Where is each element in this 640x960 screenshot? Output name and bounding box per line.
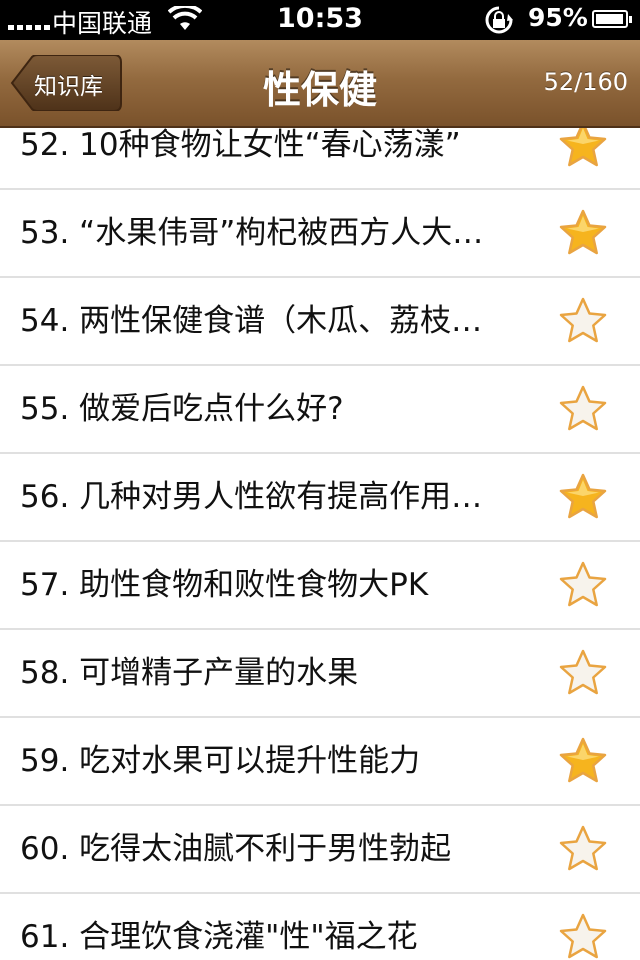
star-filled-icon[interactable] bbox=[558, 208, 608, 258]
star-empty-icon[interactable] bbox=[558, 824, 608, 874]
list-item-title: 52. 10种食物让女性“春心荡漾” bbox=[20, 128, 461, 163]
back-button[interactable]: 知识库 bbox=[10, 55, 122, 111]
list-item[interactable]: 52. 10种食物让女性“春心荡漾” bbox=[0, 128, 640, 190]
list-item[interactable]: 58. 可增精子产量的水果 bbox=[0, 630, 640, 718]
status-bar: 中国联通 10:53 95% bbox=[0, 0, 640, 40]
back-button-label: 知识库 bbox=[34, 74, 103, 100]
star-empty-icon[interactable] bbox=[558, 296, 608, 346]
article-list: 52. 10种食物让女性“春心荡漾” 53. “水果伟哥”枸杞被西方人大… 54. … bbox=[0, 128, 640, 960]
list-item-title: 57. 助性食物和败性食物大PK bbox=[20, 567, 429, 603]
battery-fill bbox=[596, 14, 623, 24]
list-item[interactable]: 57. 助性食物和败性食物大PK bbox=[0, 542, 640, 630]
list-item-title: 60. 吃得太油腻不利于男性勃起 bbox=[20, 831, 452, 867]
star-empty-icon[interactable] bbox=[558, 912, 608, 960]
list-item-title: 61. 合理饮食浇灌"性"福之花 bbox=[20, 919, 418, 955]
star-empty-icon[interactable] bbox=[558, 560, 608, 610]
list-item[interactable]: 55. 做爱后吃点什么好? bbox=[0, 366, 640, 454]
list-item[interactable]: 56. 几种对男人性欲有提高作用… bbox=[0, 454, 640, 542]
battery-percent: 95% bbox=[528, 3, 588, 32]
star-empty-icon[interactable] bbox=[558, 648, 608, 698]
rotation-lock-icon bbox=[482, 5, 516, 42]
item-counter: 52/160 bbox=[543, 68, 628, 96]
star-filled-icon[interactable] bbox=[558, 128, 608, 170]
list-item[interactable]: 61. 合理饮食浇灌"性"福之花 bbox=[0, 894, 640, 960]
list-item-title: 58. 可增精子产量的水果 bbox=[20, 655, 359, 691]
list-item-title: 55. 做爱后吃点什么好? bbox=[20, 391, 344, 427]
list-item[interactable]: 53. “水果伟哥”枸杞被西方人大… bbox=[0, 190, 640, 278]
list-item-title: 54. 两性保健食谱（木瓜、荔枝… bbox=[20, 303, 483, 339]
list-item[interactable]: 59. 吃对水果可以提升性能力 bbox=[0, 718, 640, 806]
star-filled-icon[interactable] bbox=[558, 736, 608, 786]
star-filled-icon[interactable] bbox=[558, 472, 608, 522]
battery-icon bbox=[592, 10, 632, 28]
list-item[interactable]: 60. 吃得太油腻不利于男性勃起 bbox=[0, 806, 640, 894]
list-item-title: 53. “水果伟哥”枸杞被西方人大… bbox=[20, 215, 484, 251]
list-item-title: 59. 吃对水果可以提升性能力 bbox=[20, 743, 421, 779]
list-item[interactable]: 54. 两性保健食谱（木瓜、荔枝… bbox=[0, 278, 640, 366]
navigation-bar: 知识库 性保健 52/160 bbox=[0, 40, 640, 128]
star-empty-icon[interactable] bbox=[558, 384, 608, 434]
list-item-title: 56. 几种对男人性欲有提高作用… bbox=[20, 479, 483, 515]
page-title: 性保健 bbox=[262, 68, 377, 112]
